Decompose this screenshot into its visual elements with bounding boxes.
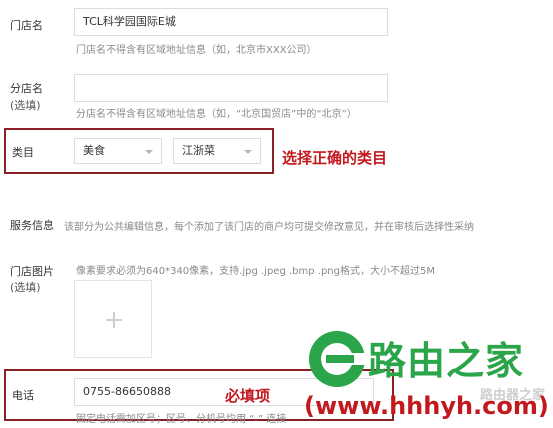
category-primary-value: 美食 bbox=[83, 144, 105, 157]
watermark-url: (www.hhhyh.com) bbox=[304, 392, 549, 420]
branch-name-label: 分店名 bbox=[10, 82, 43, 95]
store-photos-hint: 像素要求必须为640*340像素，支持.jpg .jpeg .bmp .png格… bbox=[76, 266, 435, 277]
category-primary-select[interactable]: 美食 bbox=[74, 138, 162, 164]
category-label: 类目 bbox=[12, 146, 34, 159]
chevron-down-icon bbox=[244, 150, 252, 154]
store-name-label: 门店名 bbox=[10, 19, 43, 32]
category-annotation: 选择正确的类目 bbox=[282, 149, 388, 167]
branch-name-hint: 分店名不得含有区域地址信息（如，“北京国贸店”中的“北京”） bbox=[76, 109, 357, 120]
store-photos-optional: (选填) bbox=[10, 281, 41, 294]
plus-icon-vertical bbox=[113, 312, 115, 328]
watermark-brand: 路由之家 bbox=[368, 339, 525, 383]
store-photos-label: 门店图片 bbox=[10, 265, 54, 278]
store-name-hint: 门店名不得含有区域地址信息（如，北京市XXX公司） bbox=[76, 45, 317, 56]
branch-name-optional: (选填) bbox=[10, 99, 41, 112]
router-home-logo-icon bbox=[309, 331, 370, 387]
service-info-desc: 该部分为公共编辑信息，每个添加了该门店的商户均可提交修改意见，并在审核后选择性采… bbox=[64, 222, 474, 233]
branch-name-input[interactable] bbox=[74, 74, 388, 102]
service-info-label: 服务信息 bbox=[10, 219, 54, 232]
photo-upload-box[interactable] bbox=[74, 280, 152, 358]
chevron-down-icon bbox=[145, 150, 153, 154]
phone-hint: 固定电话需加区号；区号、分机号均用 “-” 连接 bbox=[76, 414, 287, 425]
phone-label: 电话 bbox=[12, 389, 34, 402]
category-secondary-value: 江浙菜 bbox=[182, 144, 215, 157]
category-secondary-select[interactable]: 江浙菜 bbox=[173, 138, 261, 164]
store-name-input[interactable]: TCL科学园国际E城 bbox=[74, 8, 388, 36]
phone-annotation: 必填项 bbox=[225, 387, 271, 405]
